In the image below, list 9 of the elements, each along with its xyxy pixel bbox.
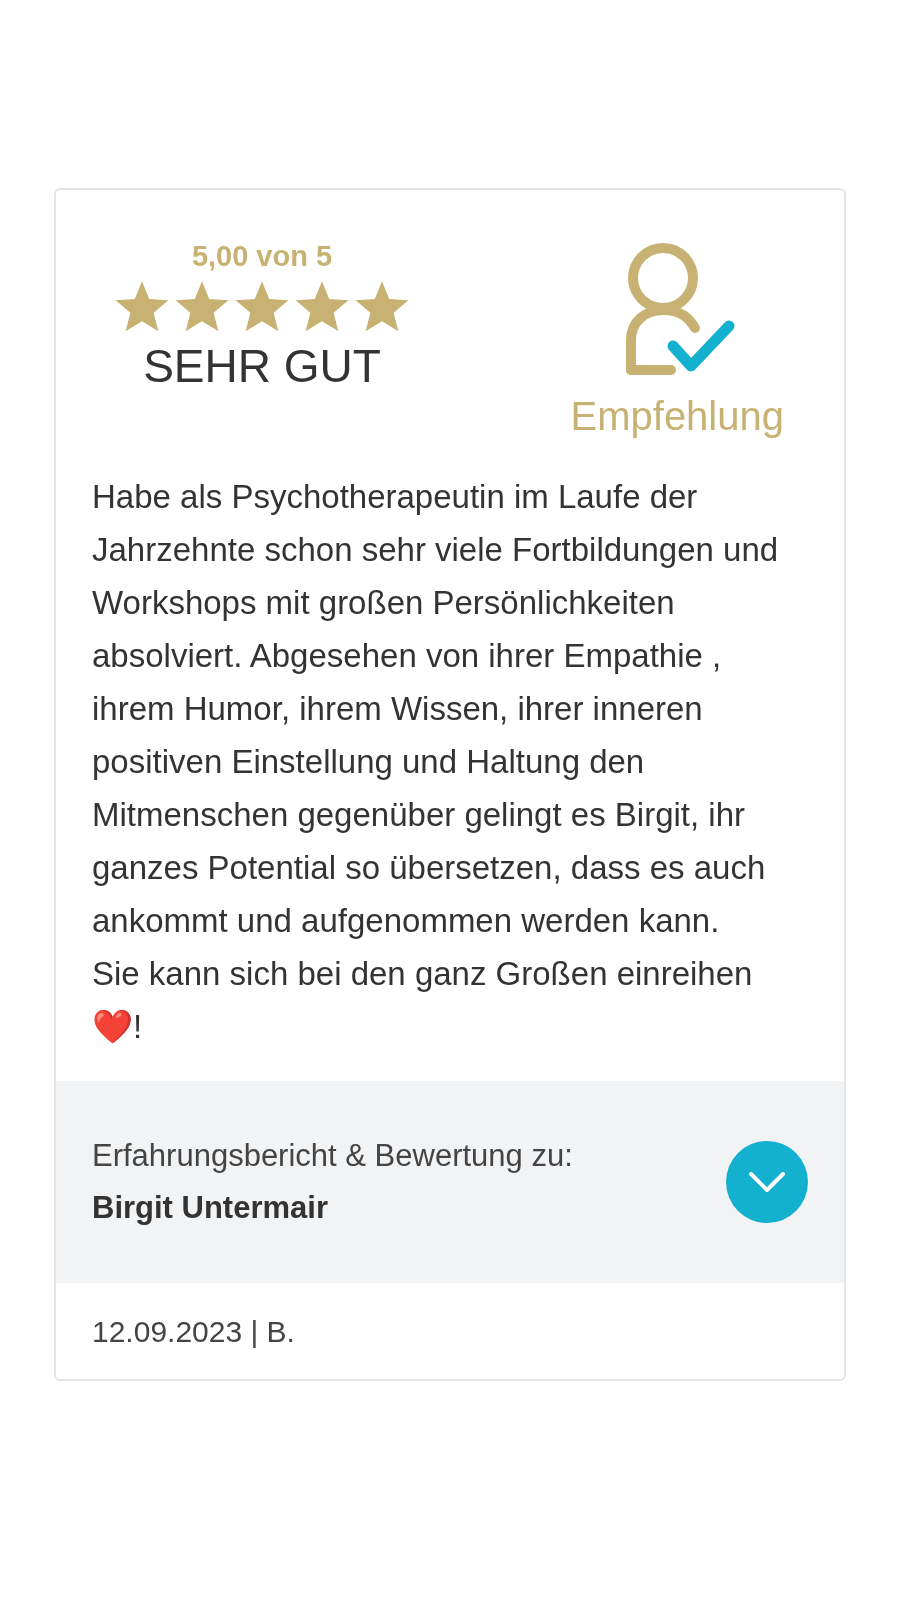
review-meta: 12.09.2023 | B.: [92, 1313, 295, 1350]
rating-verdict: SEHR GUT: [143, 343, 381, 389]
review-text: Sie kann sich bei den ganz Großen einreihen ❤!: [92, 954, 754, 1047]
chevron-icon: [747, 1170, 787, 1194]
rating-score: 5,00 von 5: [191, 242, 333, 271]
review-text: Habe als Psychotherapeutin im Laufe der Jahrzehnte schon sehr viele Fortbildungen und Workshops mit großen Persönlichkeiten absolviert. Abgesehen von ihrer Empathie , ihrem Humor, ihrem Wissen, ihrer inneren positiven Einstellung und Haltung den Mitmenschen gegenüber gelingt es Birgit, ihr ganzes Potential so übersetzen, dass es auch ankommt und aufgenommen werden kann.: [92, 477, 780, 941]
recommendation-label: Empfehlung: [570, 396, 784, 436]
subject-name: Birgit Untermair: [92, 1189, 329, 1227]
subject-caption: Erfahrungsbericht & Bewertung zu:: [92, 1137, 573, 1175]
